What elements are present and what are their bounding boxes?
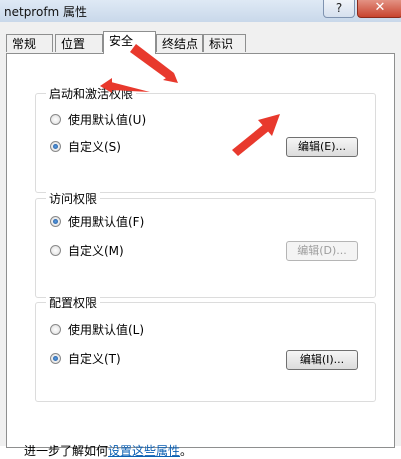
window-title: netprofm 属性 <box>4 5 88 19</box>
tab-endpoints[interactable]: 终结点 <box>156 34 203 52</box>
group-title-config: 配置权限 <box>46 294 101 311</box>
radio-config-default[interactable] <box>50 324 61 335</box>
footer-text: 进一步了解如何 <box>24 444 109 458</box>
properties-help-link[interactable]: 设置这些属性 <box>108 444 180 458</box>
tab-location[interactable]: 位置 <box>55 34 103 52</box>
launch-permissions-group: 启动和激活权限 使用默认值(U) 自定义(S) 编辑(E)... <box>35 85 376 193</box>
access-edit-button[interactable]: 编辑(D)... <box>286 241 358 261</box>
access-permissions-group: 访问权限 使用默认值(F) 自定义(M) 编辑(D)... <box>35 190 376 298</box>
radio-label: 使用默认值(U) <box>68 113 147 127</box>
radio-config-custom[interactable] <box>50 353 61 364</box>
radio-label: 使用默认值(F) <box>68 215 145 229</box>
tab-identity[interactable]: 标识 <box>203 34 246 52</box>
group-title-launch: 启动和激活权限 <box>46 85 137 102</box>
radio-label: 使用默认值(L) <box>68 323 145 337</box>
properties-dialog: 常规 位置 安全 终结点 标识 启动和激活权限 使用默认值(U) 自定义(S) … <box>0 22 401 458</box>
radio-access-default[interactable] <box>50 216 61 227</box>
tab-general[interactable]: 常规 <box>6 34 53 52</box>
radio-label: 自定义(T) <box>68 352 121 366</box>
config-edit-button[interactable]: 编辑(I)... <box>286 350 358 370</box>
help-button[interactable]: ? <box>323 0 355 18</box>
radio-label: 自定义(M) <box>68 244 124 258</box>
configuration-permissions-group: 配置权限 使用默认值(L) 自定义(T) 编辑(I)... <box>35 294 376 402</box>
help-footer: 进一步了解如何设置这些属性。 <box>24 442 192 459</box>
footer-suffix: 。 <box>180 444 193 458</box>
radio-launch-custom[interactable] <box>50 141 61 152</box>
radio-label: 自定义(S) <box>68 140 121 154</box>
group-title-access: 访问权限 <box>46 190 101 207</box>
title-bar: netprofm 属性 ? ✕ <box>0 0 401 23</box>
launch-edit-button[interactable]: 编辑(E)... <box>286 137 358 157</box>
radio-launch-default[interactable] <box>50 114 61 125</box>
radio-access-custom[interactable] <box>50 245 61 256</box>
close-button[interactable]: ✕ <box>357 0 401 18</box>
tab-security[interactable]: 安全 <box>103 31 156 54</box>
security-panel: 启动和激活权限 使用默认值(U) 自定义(S) 编辑(E)... 访问权限 使用… <box>6 53 395 448</box>
